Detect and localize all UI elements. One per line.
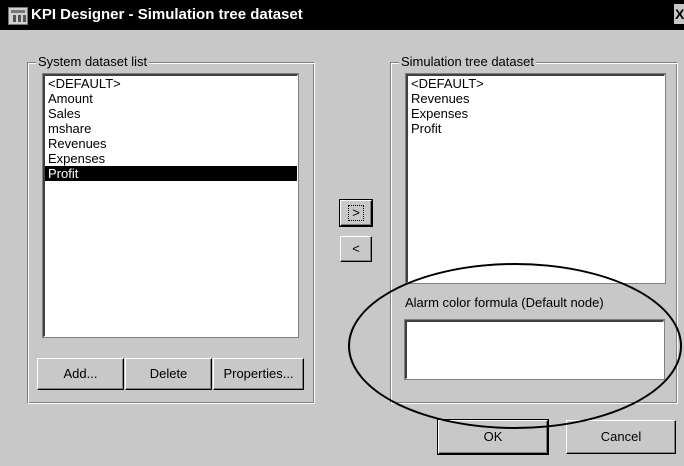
list-item[interactable]: Expenses (45, 151, 297, 166)
alarm-formula-field[interactable] (404, 319, 665, 380)
simulation-tree-group: Simulation tree dataset <DEFAULT> Revenu… (390, 54, 678, 404)
cancel-button[interactable]: Cancel (566, 420, 676, 454)
simulation-tree-listbox[interactable]: <DEFAULT> Revenues Expenses Profit (405, 73, 666, 284)
title-bar: KPI Designer - Simulation tree dataset X (0, 0, 684, 30)
system-dataset-group: System dataset list <DEFAULT> Amount Sal… (27, 54, 315, 404)
remove-from-tree-button[interactable]: < (340, 236, 372, 262)
close-button[interactable]: X (674, 4, 684, 24)
list-item-selected[interactable]: Profit (45, 166, 297, 181)
window-title: KPI Designer - Simulation tree dataset (31, 6, 303, 23)
app-icon[interactable] (8, 7, 28, 25)
system-dataset-label: System dataset list (36, 54, 150, 70)
alarm-formula-label: Alarm color formula (Default node) (405, 295, 604, 310)
add-to-tree-label: > (348, 205, 364, 221)
list-item[interactable]: Sales (45, 106, 297, 121)
list-item[interactable]: <DEFAULT> (408, 76, 664, 91)
list-item[interactable]: Profit (408, 121, 664, 136)
delete-button[interactable]: Delete (125, 358, 212, 390)
add-to-tree-button[interactable]: > (339, 199, 373, 227)
list-item[interactable]: <DEFAULT> (45, 76, 297, 91)
list-item[interactable]: Revenues (45, 136, 297, 151)
list-item[interactable]: Expenses (408, 106, 664, 121)
list-item[interactable]: mshare (45, 121, 297, 136)
list-item[interactable]: Amount (45, 91, 297, 106)
properties-button[interactable]: Properties... (213, 358, 304, 390)
add-button[interactable]: Add... (37, 358, 124, 390)
system-dataset-listbox[interactable]: <DEFAULT> Amount Sales mshare Revenues E… (42, 73, 299, 338)
simulation-tree-label: Simulation tree dataset (399, 54, 536, 70)
ok-button[interactable]: OK (437, 419, 549, 455)
list-item[interactable]: Revenues (408, 91, 664, 106)
